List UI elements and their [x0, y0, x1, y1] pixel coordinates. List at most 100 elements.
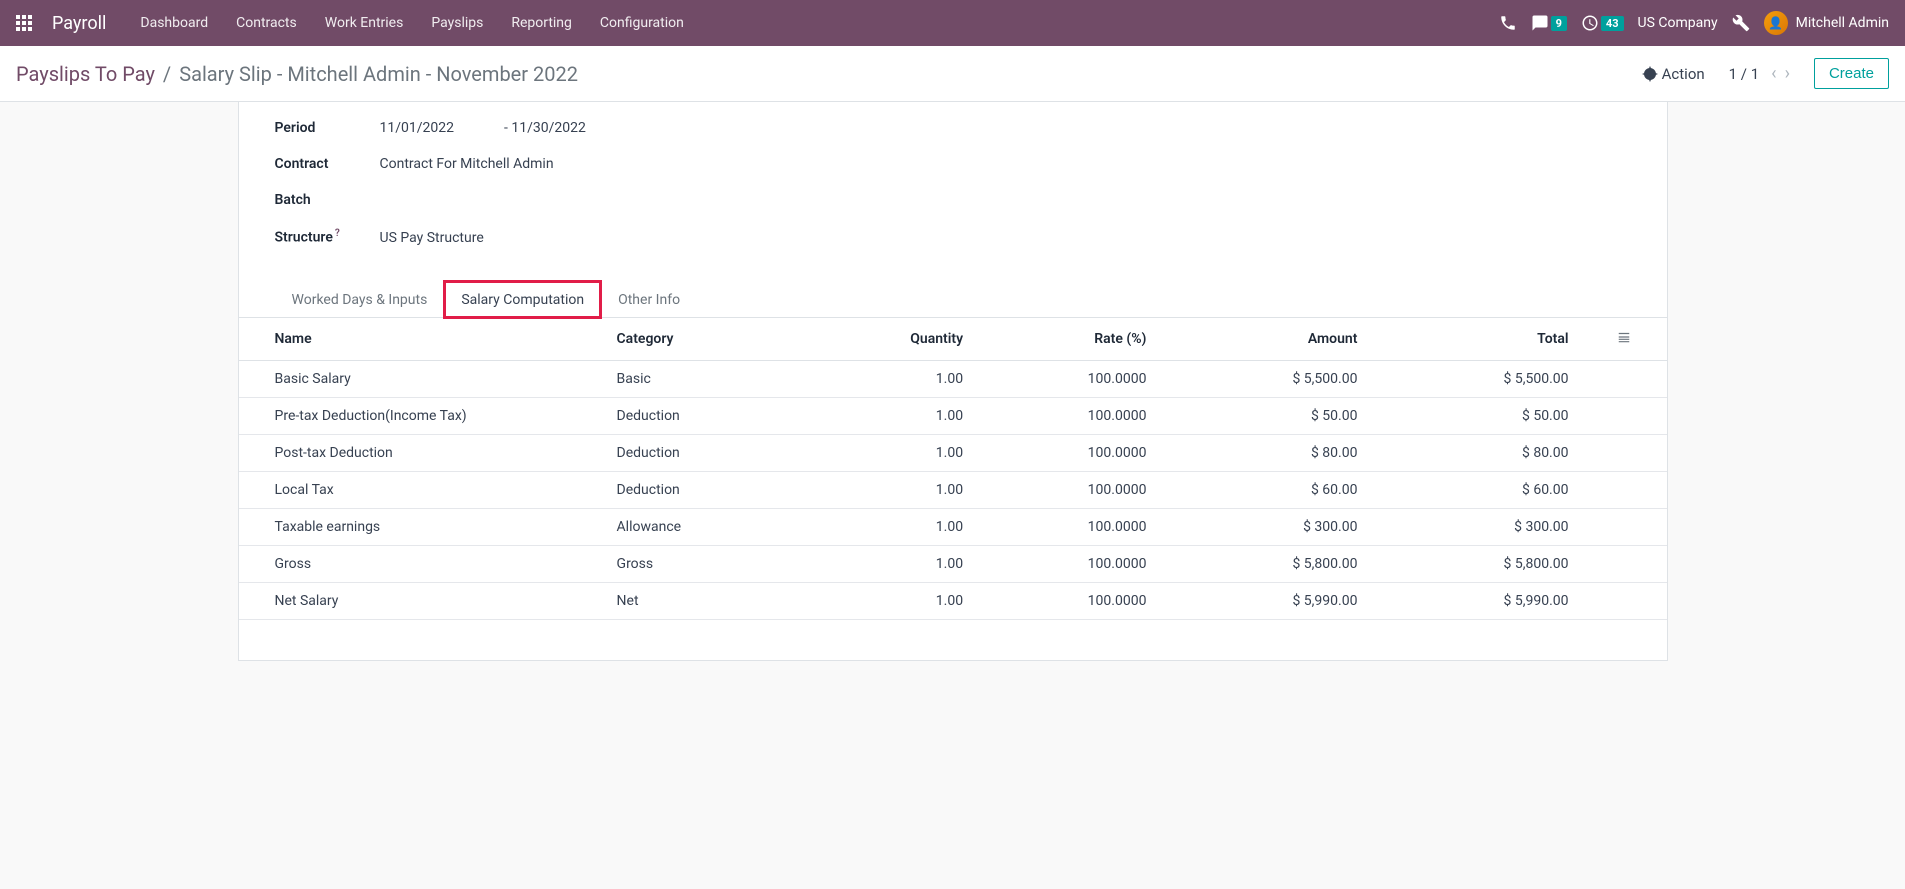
- cell-amount: $ 60.00: [1182, 471, 1393, 508]
- nav-reporting[interactable]: Reporting: [497, 3, 586, 43]
- th-name[interactable]: Name: [239, 318, 605, 361]
- cell-category: Deduction: [605, 434, 816, 471]
- voip-icon[interactable]: [1499, 14, 1517, 32]
- table-row[interactable]: Basic Salary Basic 1.00 100.0000 $ 5,500…: [239, 360, 1667, 397]
- help-icon[interactable]: ?: [335, 228, 340, 239]
- cell-amount: $ 5,500.00: [1182, 360, 1393, 397]
- th-rate[interactable]: Rate (%): [999, 318, 1182, 361]
- user-menu[interactable]: 👤 Mitchell Admin: [1764, 11, 1889, 35]
- create-button[interactable]: Create: [1814, 58, 1889, 89]
- period-to: - 11/30/2022: [504, 120, 586, 136]
- cell-name: Gross: [239, 545, 605, 582]
- cell-rate: 100.0000: [999, 360, 1182, 397]
- nav-contracts[interactable]: Contracts: [222, 3, 311, 43]
- cell-quantity: 1.00: [816, 508, 999, 545]
- table-row[interactable]: Net Salary Net 1.00 100.0000 $ 5,990.00 …: [239, 582, 1667, 619]
- cell-rate: 100.0000: [999, 397, 1182, 434]
- user-name: Mitchell Admin: [1796, 15, 1889, 31]
- cell-quantity: 1.00: [816, 397, 999, 434]
- field-label-batch: Batch: [275, 192, 380, 208]
- cell-name: Post-tax Deduction: [239, 434, 605, 471]
- table-row[interactable]: Pre-tax Deduction(Income Tax) Deduction …: [239, 397, 1667, 434]
- cell-total: $ 80.00: [1393, 434, 1604, 471]
- cell-category: Deduction: [605, 471, 816, 508]
- tab-other-info[interactable]: Other Info: [601, 281, 697, 318]
- field-contract: Contract Contract For Mitchell Admin: [275, 146, 1631, 182]
- cell-name: Local Tax: [239, 471, 605, 508]
- breadcrumb-current: Salary Slip - Mitchell Admin - November …: [179, 62, 578, 86]
- pager-value[interactable]: 1 / 1: [1729, 65, 1760, 83]
- brand[interactable]: Payroll: [44, 13, 122, 34]
- nav-work-entries[interactable]: Work Entries: [311, 3, 418, 43]
- nav-payslips[interactable]: Payslips: [417, 3, 497, 43]
- cell-name: Net Salary: [239, 582, 605, 619]
- table-header-row: Name Category Quantity Rate (%) Amount T…: [239, 318, 1667, 361]
- th-settings[interactable]: [1605, 318, 1667, 361]
- company-selector[interactable]: US Company: [1638, 15, 1718, 31]
- cell-name: Taxable earnings: [239, 508, 605, 545]
- cell-category: Basic: [605, 360, 816, 397]
- field-period: Period 11/01/2022 - 11/30/2022: [275, 110, 1631, 146]
- cell-total: $ 5,500.00: [1393, 360, 1604, 397]
- apps-icon[interactable]: [8, 7, 40, 39]
- th-category[interactable]: Category: [605, 318, 816, 361]
- cell-category: Gross: [605, 545, 816, 582]
- th-quantity[interactable]: Quantity: [816, 318, 999, 361]
- messages-icon[interactable]: 9: [1531, 14, 1567, 32]
- cell-category: Deduction: [605, 397, 816, 434]
- cell-quantity: 1.00: [816, 582, 999, 619]
- form-sheet: Period 11/01/2022 - 11/30/2022 Contract …: [238, 102, 1668, 661]
- cell-quantity: 1.00: [816, 471, 999, 508]
- cell-rate: 100.0000: [999, 545, 1182, 582]
- action-button[interactable]: Action: [1642, 65, 1705, 83]
- cell-quantity: 1.00: [816, 434, 999, 471]
- th-amount[interactable]: Amount: [1182, 318, 1393, 361]
- field-label-contract: Contract: [275, 156, 380, 172]
- breadcrumb-link[interactable]: Payslips To Pay: [16, 62, 155, 86]
- table-row[interactable]: Gross Gross 1.00 100.0000 $ 5,800.00 $ 5…: [239, 545, 1667, 582]
- table-row[interactable]: Taxable earnings Allowance 1.00 100.0000…: [239, 508, 1667, 545]
- cell-quantity: 1.00: [816, 360, 999, 397]
- cell-total: $ 60.00: [1393, 471, 1604, 508]
- nav-dashboard[interactable]: Dashboard: [126, 3, 222, 43]
- settings-icon[interactable]: [1617, 330, 1631, 348]
- cell-total: $ 5,800.00: [1393, 545, 1604, 582]
- navbar-right: 9 43 US Company 👤 Mitchell Admin: [1499, 11, 1897, 35]
- th-total[interactable]: Total: [1393, 318, 1604, 361]
- structure-value: US Pay Structure: [380, 230, 484, 246]
- field-structure: Structure? US Pay Structure: [275, 218, 1631, 256]
- nav-configuration[interactable]: Configuration: [586, 3, 698, 43]
- navbar-left: Payroll Dashboard Contracts Work Entries…: [8, 3, 698, 43]
- gear-icon: [1642, 66, 1658, 82]
- cell-rate: 100.0000: [999, 508, 1182, 545]
- table-row[interactable]: Local Tax Deduction 1.00 100.0000 $ 60.0…: [239, 471, 1667, 508]
- cell-name: Pre-tax Deduction(Income Tax): [239, 397, 605, 434]
- cell-amount: $ 5,800.00: [1182, 545, 1393, 582]
- field-label-period: Period: [275, 120, 380, 136]
- cell-name: Basic Salary: [239, 360, 605, 397]
- cell-rate: 100.0000: [999, 434, 1182, 471]
- cell-amount: $ 80.00: [1182, 434, 1393, 471]
- breadcrumb: Payslips To Pay / Salary Slip - Mitchell…: [16, 62, 578, 86]
- cell-total: $ 50.00: [1393, 397, 1604, 434]
- form-fields: Period 11/01/2022 - 11/30/2022 Contract …: [239, 102, 1667, 280]
- tools-icon[interactable]: [1732, 14, 1750, 32]
- form-container: Period 11/01/2022 - 11/30/2022 Contract …: [0, 102, 1905, 661]
- activities-badge: 43: [1601, 16, 1624, 31]
- pager-next-icon[interactable]: ›: [1785, 63, 1790, 84]
- cell-amount: $ 5,990.00: [1182, 582, 1393, 619]
- control-panel: Payslips To Pay / Salary Slip - Mitchell…: [0, 46, 1905, 102]
- control-right: Action 1 / 1 ‹ › Create: [1642, 58, 1889, 89]
- period-from: 11/01/2022: [380, 120, 455, 136]
- tab-salary-computation[interactable]: Salary Computation: [444, 281, 601, 318]
- tabs: Worked Days & Inputs Salary Computation …: [239, 280, 1667, 318]
- cell-amount: $ 300.00: [1182, 508, 1393, 545]
- pager-prev-icon[interactable]: ‹: [1771, 63, 1776, 84]
- table-row[interactable]: Post-tax Deduction Deduction 1.00 100.00…: [239, 434, 1667, 471]
- pager: 1 / 1 ‹ ›: [1729, 63, 1790, 84]
- contract-value: Contract For Mitchell Admin: [380, 156, 554, 172]
- cell-total: $ 5,990.00: [1393, 582, 1604, 619]
- nav-menu: Dashboard Contracts Work Entries Payslip…: [126, 3, 697, 43]
- tab-worked-days[interactable]: Worked Days & Inputs: [275, 281, 445, 318]
- activities-icon[interactable]: 43: [1581, 14, 1624, 32]
